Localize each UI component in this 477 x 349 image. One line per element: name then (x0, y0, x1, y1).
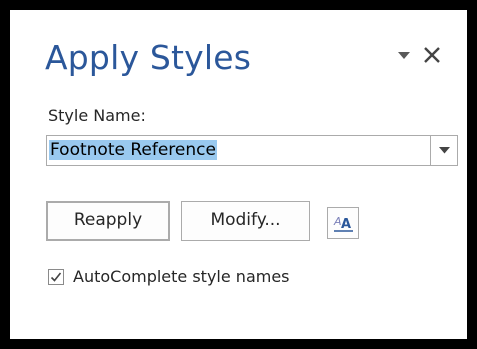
styles-pane-icon: A A (333, 215, 353, 232)
styles-pane-button[interactable]: A A (327, 207, 359, 239)
svg-text:A: A (341, 217, 351, 232)
style-name-input[interactable]: Footnote Reference (49, 139, 217, 162)
style-name-combobox[interactable]: Footnote Reference (46, 135, 458, 166)
chevron-down-icon (398, 52, 410, 59)
apply-styles-pane: Apply Styles Style Name: Footnote Refere… (10, 10, 467, 339)
style-name-label: Style Name: (48, 106, 146, 125)
modify-button[interactable]: Modify... (181, 201, 310, 241)
checkmark-icon (50, 272, 62, 282)
pane-options-button[interactable] (397, 49, 411, 63)
autocomplete-label[interactable]: AutoComplete style names (73, 266, 290, 288)
reapply-button[interactable]: Reapply (46, 201, 170, 241)
dropdown-arrow-icon (439, 147, 450, 154)
close-icon (424, 47, 440, 63)
close-button[interactable] (421, 44, 443, 66)
style-name-value: Footnote Reference (49, 140, 217, 160)
pane-title: Apply Styles (45, 38, 252, 77)
style-name-dropdown-button[interactable] (430, 136, 457, 165)
autocomplete-checkbox[interactable] (48, 269, 64, 285)
